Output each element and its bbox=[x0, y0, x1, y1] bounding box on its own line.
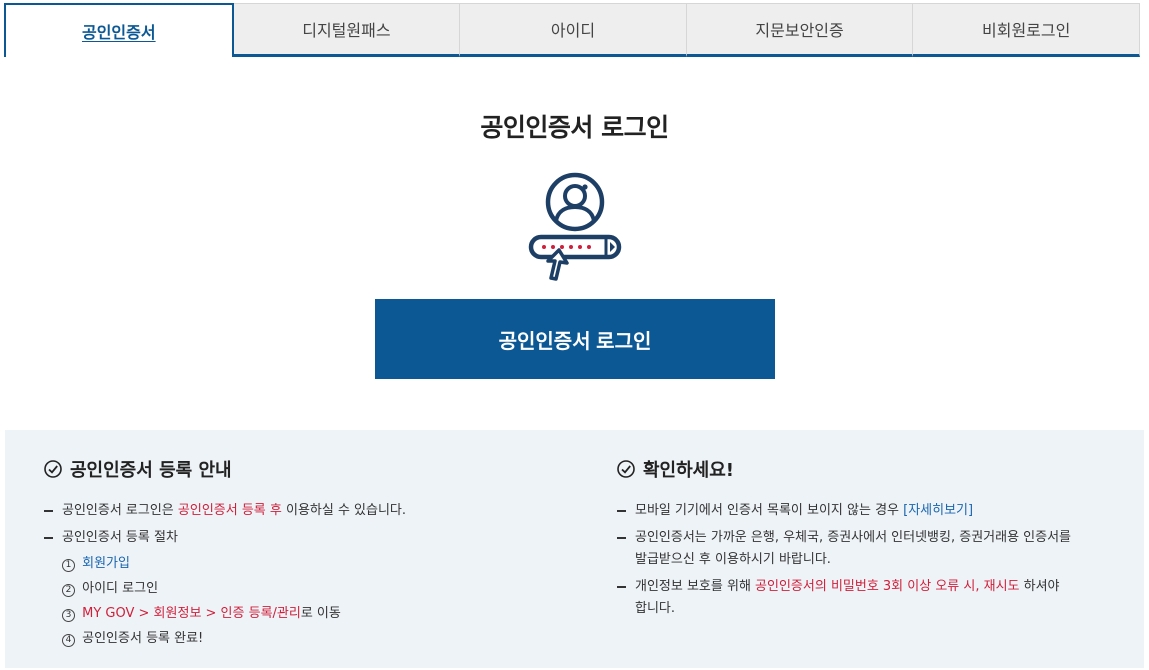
registration-guide-heading: 공인인증서 등록 안내 bbox=[43, 456, 583, 482]
notice-text: 공인인증서는 가까운 은행, 우체국, 증권사에서 인터넷뱅킹, 증권거래용 인… bbox=[635, 530, 1072, 545]
tab-fingerprint[interactable]: 지문보안인증 bbox=[686, 3, 914, 57]
check-circle-icon bbox=[617, 460, 635, 478]
step-highlight: MY GOV > 회원정보 > 인증 등록/관리 bbox=[82, 606, 301, 621]
details-link[interactable]: [자세히보기] bbox=[903, 503, 973, 518]
step-1: 1 회원가입 bbox=[62, 551, 583, 576]
notice-text: 하셔야 bbox=[1019, 579, 1060, 594]
notice-text: 합니다. bbox=[635, 601, 676, 616]
circled-number-4: 4 bbox=[62, 634, 75, 647]
dash-bullet-icon bbox=[44, 510, 53, 512]
notice-highlight: 공인인증서의 비밀번호 3회 이상 오류 시, 재시도 bbox=[755, 579, 1020, 594]
check-circle-icon bbox=[44, 460, 62, 478]
circled-number-1: 1 bbox=[62, 559, 75, 572]
dash-bullet-icon bbox=[617, 586, 626, 588]
notice-text: 개인정보 보호를 위해 bbox=[635, 579, 756, 594]
circled-number-2: 2 bbox=[62, 584, 75, 597]
tab-id[interactable]: 아이디 bbox=[460, 3, 687, 57]
guide-text: 이용하실 수 있습니다. bbox=[281, 503, 407, 518]
page-title: 공인인증서 로그인 bbox=[480, 113, 669, 142]
notice-item: 모바일 기기에서 인증서 목록이 보이지 않는 경우 [자세히보기] bbox=[616, 500, 1086, 522]
notice-text: 모바일 기기에서 인증서 목록이 보이지 않는 경우 bbox=[635, 503, 904, 518]
step-text: 로 이동 bbox=[300, 606, 341, 621]
info-panel: 공인인증서 등록 안내 공인인증서 로그인은 공인인증서 등록 후 이용하실 수… bbox=[5, 430, 1144, 668]
guide-text: 공인인증서 로그인은 bbox=[62, 503, 178, 518]
step-text: 공인인증서 등록 완료! bbox=[82, 631, 204, 646]
registration-guide: 공인인증서 등록 안내 공인인증서 로그인은 공인인증서 등록 후 이용하실 수… bbox=[43, 456, 583, 656]
login-method-tabs: 공인인증서 디지털원패스 아이디 지문보안인증 비회원로그인 bbox=[4, 3, 1140, 57]
dash-bullet-icon bbox=[617, 510, 626, 512]
notice-section: 확인하세요! 모바일 기기에서 인증서 목록이 보이지 않는 경우 [자세히보기… bbox=[616, 456, 1086, 625]
step-3: 3 MY GOV > 회원정보 > 인증 등록/관리로 이동 bbox=[62, 601, 583, 626]
procedure-steps: 1 회원가입 2 아이디 로그인 3 MY GOV > 회원정보 > 인증 등록… bbox=[62, 551, 583, 651]
certificate-user-password-icon bbox=[528, 172, 622, 281]
certificate-login-button[interactable]: 공인인증서 로그인 bbox=[375, 299, 775, 379]
registration-guide-title: 공인인증서 등록 안내 bbox=[70, 460, 232, 481]
guide-highlight: 공인인증서 등록 후 bbox=[177, 503, 282, 518]
guide-item: 공인인증서 로그인은 공인인증서 등록 후 이용하실 수 있습니다. bbox=[43, 500, 583, 522]
tab-certificate[interactable]: 공인인증서 bbox=[4, 3, 234, 57]
notice-text: 발급받으신 후 이용하시기 바랍니다. bbox=[635, 552, 831, 567]
guide-item: 공인인증서 등록 절차 1 회원가입 2 아이디 로그인 3 MY GOV > … bbox=[43, 527, 583, 651]
notice-item: 공인인증서는 가까운 은행, 우체국, 증권사에서 인터넷뱅킹, 증권거래용 인… bbox=[616, 527, 1086, 571]
notice-title: 확인하세요! bbox=[643, 460, 735, 481]
circled-number-3: 3 bbox=[62, 609, 75, 622]
signup-link[interactable]: 회원가입 bbox=[82, 556, 130, 571]
step-2: 2 아이디 로그인 bbox=[62, 576, 583, 601]
procedure-label: 공인인증서 등록 절차 bbox=[62, 530, 178, 545]
tab-digital-onepass[interactable]: 디지털원패스 bbox=[233, 3, 461, 57]
dash-bullet-icon bbox=[44, 537, 53, 539]
step-4: 4 공인인증서 등록 완료! bbox=[62, 626, 583, 651]
notice-heading: 확인하세요! bbox=[616, 456, 1086, 482]
notice-item: 개인정보 보호를 위해 공인인증서의 비밀번호 3회 이상 오류 시, 재시도 … bbox=[616, 576, 1086, 620]
tab-non-member[interactable]: 비회원로그인 bbox=[913, 3, 1140, 57]
step-text: 아이디 로그인 bbox=[82, 581, 159, 596]
dash-bullet-icon bbox=[617, 537, 626, 539]
